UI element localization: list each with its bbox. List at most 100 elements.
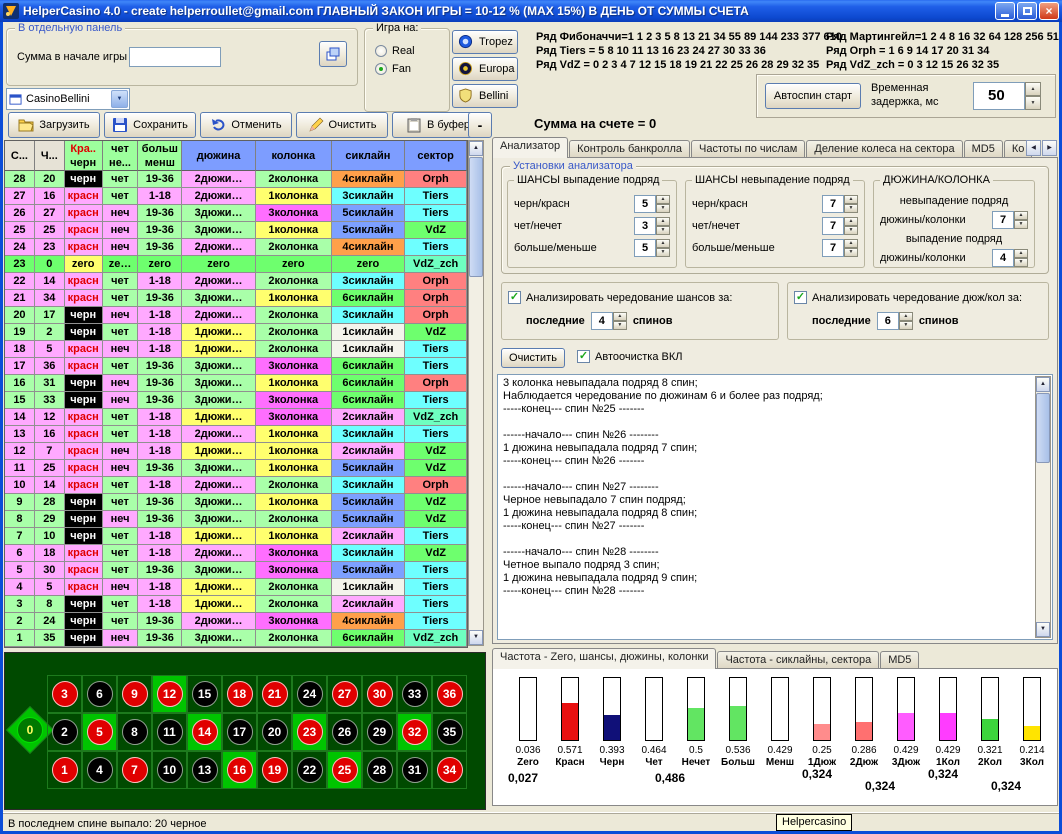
board-number-31[interactable]: 31 bbox=[402, 757, 428, 783]
collapse-button[interactable]: - bbox=[468, 112, 492, 138]
spinner-больше-меньше-value[interactable]: 5 bbox=[634, 239, 656, 257]
tab-md5[interactable]: MD5 bbox=[964, 140, 1003, 158]
tab-контроль-банкролла[interactable]: Контроль банкролла bbox=[569, 140, 690, 158]
clear-log-button[interactable]: Очистить bbox=[501, 348, 565, 368]
radio-option-real[interactable]: Real bbox=[375, 45, 449, 57]
scroll-down-icon[interactable]: ▼ bbox=[469, 630, 483, 645]
freq-tab[interactable]: Частота - сиклайны, сектора bbox=[717, 651, 879, 669]
board-cell-7[interactable]: 7 bbox=[117, 751, 152, 789]
board-number-8[interactable]: 8 bbox=[122, 719, 148, 745]
close-button[interactable]: × bbox=[1039, 2, 1059, 20]
autoclear-checkbox[interactable]: ✓ bbox=[577, 350, 590, 363]
history-row[interactable]: 45красннеч1-181дюжи…2колонка1сиклайнTier… bbox=[5, 579, 467, 596]
history-row[interactable]: 224чернчет19-362дюжи…3колонка4сиклайнTie… bbox=[5, 613, 467, 630]
board-cell-2[interactable]: 2 bbox=[47, 713, 82, 751]
board-cell-24[interactable]: 24 bbox=[292, 675, 327, 713]
spinner-больше-меньше-down-icon[interactable]: ▼ bbox=[844, 248, 858, 257]
board-number-33[interactable]: 33 bbox=[402, 681, 428, 707]
history-row[interactable]: 2134краснчет19-363дюжи…1колонка6сиклайнO… bbox=[5, 290, 467, 307]
spinner-черн-красн-value[interactable]: 5 bbox=[634, 195, 656, 213]
spinner-черн-красн[interactable]: 7▲▼ bbox=[822, 195, 858, 213]
history-row[interactable]: 2820чернчет19-362дюжи…2колонка4сиклайнOr… bbox=[5, 171, 467, 188]
log-scroll-up-icon[interactable]: ▲ bbox=[1036, 377, 1050, 392]
last-spins-spinner-1-up-icon[interactable]: ▲ bbox=[613, 312, 627, 321]
spinner-дюжины-колонки-down-icon[interactable]: ▼ bbox=[1014, 258, 1028, 267]
board-cell-34[interactable]: 34 bbox=[432, 751, 467, 789]
spinner-чет-нечет-value[interactable]: 3 bbox=[634, 217, 656, 235]
autospin-start-button[interactable]: Автоспин старт bbox=[765, 83, 861, 109]
history-row[interactable]: 2627красннеч19-363дюжи…3колонка5сиклайнT… bbox=[5, 205, 467, 222]
board-cell-33[interactable]: 33 bbox=[397, 675, 432, 713]
board-number-12[interactable]: 12 bbox=[157, 681, 183, 707]
board-cell-8[interactable]: 8 bbox=[117, 713, 152, 751]
spinner-черн-красн[interactable]: 5▲▼ bbox=[634, 195, 670, 213]
spinner-дюжины-колонки-value[interactable]: 7 bbox=[992, 211, 1014, 229]
spinner-больше-меньше[interactable]: 7▲▼ bbox=[822, 239, 858, 257]
spinner-больше-меньше-down-icon[interactable]: ▼ bbox=[656, 248, 670, 257]
history-row[interactable]: 1316краснчет1-182дюжи…1колонка3сиклайнTi… bbox=[5, 426, 467, 443]
casino-button-tropez[interactable]: Tropez bbox=[452, 30, 518, 54]
board-cell-28[interactable]: 28 bbox=[362, 751, 397, 789]
spinner-черн-красн-down-icon[interactable]: ▼ bbox=[656, 204, 670, 213]
toolbar-button-3[interactable]: Отменить bbox=[200, 112, 292, 138]
board-number-27[interactable]: 27 bbox=[332, 681, 358, 707]
spinner-черн-красн-value[interactable]: 7 bbox=[822, 195, 844, 213]
board-number-11[interactable]: 11 bbox=[157, 719, 183, 745]
radio-icon[interactable] bbox=[375, 45, 387, 57]
board-cell-23[interactable]: 23 bbox=[292, 713, 327, 751]
tab-анализатор[interactable]: Анализатор bbox=[492, 137, 568, 158]
board-cell-27[interactable]: 27 bbox=[327, 675, 362, 713]
board-number-24[interactable]: 24 bbox=[297, 681, 323, 707]
spinner-чет-нечет[interactable]: 7▲▼ bbox=[822, 217, 858, 235]
history-row[interactable]: 1125красннеч19-363дюжи…1колонка5сиклайнV… bbox=[5, 460, 467, 477]
history-row[interactable]: 1533черннеч19-363дюжи…3колонка6сиклайнTi… bbox=[5, 392, 467, 409]
history-row[interactable]: 2716краснчет1-182дюжи…1колонка3сиклайнTi… bbox=[5, 188, 467, 205]
spinner-больше-меньше[interactable]: 5▲▼ bbox=[634, 239, 670, 257]
delay-spinner[interactable]: 50 ▲ ▼ bbox=[973, 82, 1041, 110]
board-number-10[interactable]: 10 bbox=[157, 757, 183, 783]
history-row[interactable]: 530краснчет19-363дюжи…3колонка5сиклайнTi… bbox=[5, 562, 467, 579]
history-row[interactable]: 185красннеч1-181дюжи…2колонка1сиклайнTie… bbox=[5, 341, 467, 358]
board-cell-3[interactable]: 3 bbox=[47, 675, 82, 713]
last-spins-spinner-1-value[interactable]: 4 bbox=[591, 312, 613, 330]
board-number-6[interactable]: 6 bbox=[87, 681, 113, 707]
analyzer-log[interactable]: 3 колонка невыпадала подряд 8 спин; Набл… bbox=[497, 374, 1053, 640]
freq-tab[interactable]: MD5 bbox=[880, 651, 919, 669]
toolbar-button-1[interactable]: Загрузить bbox=[8, 112, 100, 138]
log-scrollbar-thumb[interactable] bbox=[1036, 393, 1050, 463]
board-cell-10[interactable]: 10 bbox=[152, 751, 187, 789]
log-scroll-down-icon[interactable]: ▼ bbox=[1036, 622, 1050, 637]
spinner-больше-меньше-up-icon[interactable]: ▲ bbox=[844, 239, 858, 248]
board-cell-22[interactable]: 22 bbox=[292, 751, 327, 789]
spinner-больше-меньше-value[interactable]: 7 bbox=[822, 239, 844, 257]
tabs-scroll-right-icon[interactable]: ▶ bbox=[1042, 140, 1057, 156]
detach-panel-button[interactable] bbox=[319, 41, 347, 67]
spinner-дюжины-колонки[interactable]: 4▲▼ bbox=[992, 249, 1028, 267]
history-row[interactable]: 127красннеч1-181дюжи…1колонка2сиклайнVdZ bbox=[5, 443, 467, 460]
toolbar-button-4[interactable]: Очистить bbox=[296, 112, 388, 138]
history-row[interactable]: 1412краснчет1-181дюжи…3колонка2сиклайнVd… bbox=[5, 409, 467, 426]
last-spins-spinner-2-up-icon[interactable]: ▲ bbox=[899, 312, 913, 321]
history-row[interactable]: 928чернчет19-363дюжи…1колонка5сиклайнVdZ bbox=[5, 494, 467, 511]
spinner-дюжины-колонки[interactable]: 7▲▼ bbox=[992, 211, 1028, 229]
board-number-9[interactable]: 9 bbox=[122, 681, 148, 707]
board-cell-25[interactable]: 25 bbox=[327, 751, 362, 789]
freq-tab[interactable]: Частота - Zero, шансы, дюжины, колонки bbox=[492, 648, 716, 669]
board-cell-20[interactable]: 20 bbox=[257, 713, 292, 751]
spinner-дюжины-колонки-value[interactable]: 4 bbox=[992, 249, 1014, 267]
board-number-34[interactable]: 34 bbox=[437, 757, 463, 783]
spinner-черн-красн-up-icon[interactable]: ▲ bbox=[844, 195, 858, 204]
board-number-18[interactable]: 18 bbox=[227, 681, 253, 707]
board-cell-31[interactable]: 31 bbox=[397, 751, 432, 789]
last-spins-spinner-2-value[interactable]: 6 bbox=[877, 312, 899, 330]
spinner-чет-нечет-value[interactable]: 7 bbox=[822, 217, 844, 235]
history-row[interactable]: 1736краснчет19-363дюжи…3колонка6сиклайнT… bbox=[5, 358, 467, 375]
board-cell-14[interactable]: 14 bbox=[187, 713, 222, 751]
board-cell-11[interactable]: 11 bbox=[152, 713, 187, 751]
board-cell-30[interactable]: 30 bbox=[362, 675, 397, 713]
spinner-чет-нечет-down-icon[interactable]: ▼ bbox=[844, 226, 858, 235]
board-number-22[interactable]: 22 bbox=[297, 757, 323, 783]
spinner-дюжины-колонки-up-icon[interactable]: ▲ bbox=[1014, 249, 1028, 258]
casino-button-bellini[interactable]: Bellini bbox=[452, 84, 518, 108]
board-number-35[interactable]: 35 bbox=[437, 719, 463, 745]
